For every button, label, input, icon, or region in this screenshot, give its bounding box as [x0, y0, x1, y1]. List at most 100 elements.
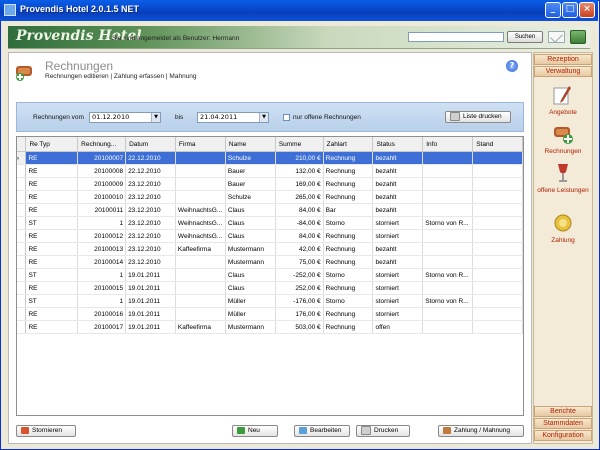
table-cell[interactable]	[422, 229, 474, 243]
table-cell[interactable]: 265,00 €	[275, 190, 324, 204]
table-cell[interactable]: Kaffeefirma	[175, 320, 226, 334]
table-cell[interactable]: WeihnachtsG...	[175, 203, 226, 217]
sidebar-tab-konfiguration[interactable]: Konfiguration	[534, 430, 592, 441]
table-cell[interactable]: 19.01.2011	[125, 307, 176, 321]
table-cell[interactable]: storniert	[372, 229, 424, 243]
table-cell[interactable]: WeihnachtsG...	[175, 229, 226, 243]
table-cell[interactable]: bezahlt	[372, 203, 424, 217]
table-cell[interactable]: Storno	[323, 294, 374, 308]
table-cell[interactable]	[422, 242, 474, 256]
table-cell[interactable]	[472, 294, 523, 308]
table-cell[interactable]: Rechnung	[323, 177, 374, 191]
table-cell[interactable]	[472, 320, 523, 334]
table-cell[interactable]: 22.12.2010	[125, 151, 176, 165]
table-cell[interactable]: 20100012	[77, 229, 127, 243]
table-cell[interactable]: ST	[25, 216, 79, 230]
help-icon[interactable]: ?	[506, 60, 518, 72]
table-cell[interactable]: RE	[25, 177, 79, 191]
table-cell[interactable]: 20100007	[77, 151, 127, 165]
table-row[interactable]: ST 1 19.01.2011 Müller -176,00 € Storno storni…	[17, 294, 523, 308]
table-cell[interactable]: bezahlt	[372, 190, 424, 204]
table-cell[interactable]: bezahlt	[372, 151, 424, 165]
table-cell[interactable]	[472, 177, 523, 191]
sidebar-tab-berichte[interactable]: Berichte	[534, 406, 592, 417]
table-cell[interactable]: 23.12.2010	[125, 255, 176, 269]
table-cell[interactable]	[422, 177, 474, 191]
table-cell[interactable]: 84,00 €	[275, 203, 324, 217]
table-cell[interactable]: 176,00 €	[275, 307, 324, 321]
date-to-picker[interactable]: 21.04.2011 ▼	[197, 112, 269, 123]
table-cell[interactable]	[422, 164, 474, 178]
payment-button[interactable]: Zahlung / Mahnung	[438, 425, 524, 437]
row-selector[interactable]	[17, 255, 27, 269]
row-selector[interactable]	[17, 294, 27, 308]
table-cell[interactable]: 23.12.2010	[125, 242, 176, 256]
table-cell[interactable]	[175, 307, 226, 321]
exit-icon[interactable]	[570, 30, 586, 44]
table-cell[interactable]: 23.12.2010	[125, 203, 176, 217]
table-cell[interactable]: Storno von R...	[422, 216, 474, 230]
date-from-picker[interactable]: 01.12.2010 ▼	[89, 112, 161, 123]
table-cell[interactable]: Claus	[225, 203, 276, 217]
table-cell[interactable]	[472, 151, 523, 165]
row-selector[interactable]	[17, 216, 27, 230]
table-cell[interactable]: Rechnung	[323, 151, 374, 165]
table-cell[interactable]	[472, 216, 523, 230]
row-selector[interactable]	[17, 229, 27, 243]
table-cell[interactable]: storniert	[372, 216, 424, 230]
table-cell[interactable]: 19.01.2011	[125, 320, 176, 334]
table-cell[interactable]	[472, 268, 523, 282]
row-selector[interactable]	[17, 190, 27, 204]
sidebar-tab-rezeption[interactable]: Rezeption	[534, 54, 592, 65]
table-cell[interactable]: Storno	[323, 216, 374, 230]
table-cell[interactable]: 23.12.2010	[125, 190, 176, 204]
table-cell[interactable]: Claus	[225, 229, 276, 243]
table-cell[interactable]: RE	[25, 164, 79, 178]
table-cell[interactable]: bezahlt	[372, 177, 424, 191]
storno-button[interactable]: Stornieren	[16, 425, 76, 437]
column-header[interactable]: Rechnung...	[77, 137, 127, 152]
table-cell[interactable]: WeihnachtsG...	[175, 216, 226, 230]
column-header[interactable]: Name	[225, 137, 276, 152]
table-row[interactable]: ST 1 19.01.2011 Claus -252,00 € Storno stornie…	[17, 268, 523, 282]
table-row[interactable]: RE 20100008 22.12.2010 Bauer 132,00 € Rechnun…	[17, 164, 523, 178]
table-cell[interactable]	[472, 203, 523, 217]
table-cell[interactable]	[422, 190, 474, 204]
table-cell[interactable]: RE	[25, 190, 79, 204]
table-cell[interactable]: Schulze	[225, 190, 276, 204]
table-cell[interactable]	[175, 268, 226, 282]
table-cell[interactable]: bezahlt	[372, 255, 424, 269]
column-header[interactable]: Info	[422, 137, 474, 152]
table-cell[interactable]: Bauer	[225, 177, 276, 191]
table-cell[interactable]: -176,00 €	[275, 294, 324, 308]
table-cell[interactable]: 19.01.2011	[125, 294, 176, 308]
table-cell[interactable]: 132,00 €	[275, 164, 324, 178]
table-cell[interactable]: Mustermann	[225, 255, 276, 269]
table-cell[interactable]: -84,00 €	[275, 216, 324, 230]
table-cell[interactable]: Storno	[323, 268, 374, 282]
table-cell[interactable]: Rechnung	[323, 242, 374, 256]
close-button[interactable]: ×	[579, 2, 595, 18]
sidebar-item-angebote[interactable]: Angebote	[536, 109, 590, 117]
table-cell[interactable]: RE	[25, 320, 79, 334]
table-row[interactable]: RE 20100017 19.01.2011 Kaffeefirma Musterman…	[17, 320, 523, 334]
minimize-button[interactable]: _	[545, 2, 561, 18]
sidebar-item-zahlung[interactable]: Zahlung	[536, 237, 590, 245]
column-header[interactable]: Stand	[472, 137, 523, 152]
table-cell[interactable]: storniert	[372, 268, 424, 282]
chevron-down-icon[interactable]: ▼	[259, 113, 268, 122]
table-cell[interactable]	[422, 255, 474, 269]
chevron-down-icon[interactable]: ▼	[151, 113, 160, 122]
table-cell[interactable]: Rechnung	[323, 255, 374, 269]
table-cell[interactable]: 20100014	[77, 255, 127, 269]
search-button[interactable]: Suchen	[507, 31, 543, 43]
table-cell[interactable]: 84,00 €	[275, 229, 324, 243]
new-button[interactable]: Neu	[232, 425, 278, 437]
table-row[interactable]: RE 20100009 23.12.2010 Bauer 169,00 € Rechnun…	[17, 177, 523, 191]
column-header[interactable]: Datum	[125, 137, 176, 152]
table-cell[interactable]: storniert	[372, 294, 424, 308]
table-cell[interactable]	[422, 151, 474, 165]
table-cell[interactable]: Bauer	[225, 164, 276, 178]
table-cell[interactable]: Rechnung	[323, 307, 374, 321]
table-row[interactable]: ST 1 23.12.2010 WeihnachtsG... Claus -84,00 €…	[17, 216, 523, 230]
